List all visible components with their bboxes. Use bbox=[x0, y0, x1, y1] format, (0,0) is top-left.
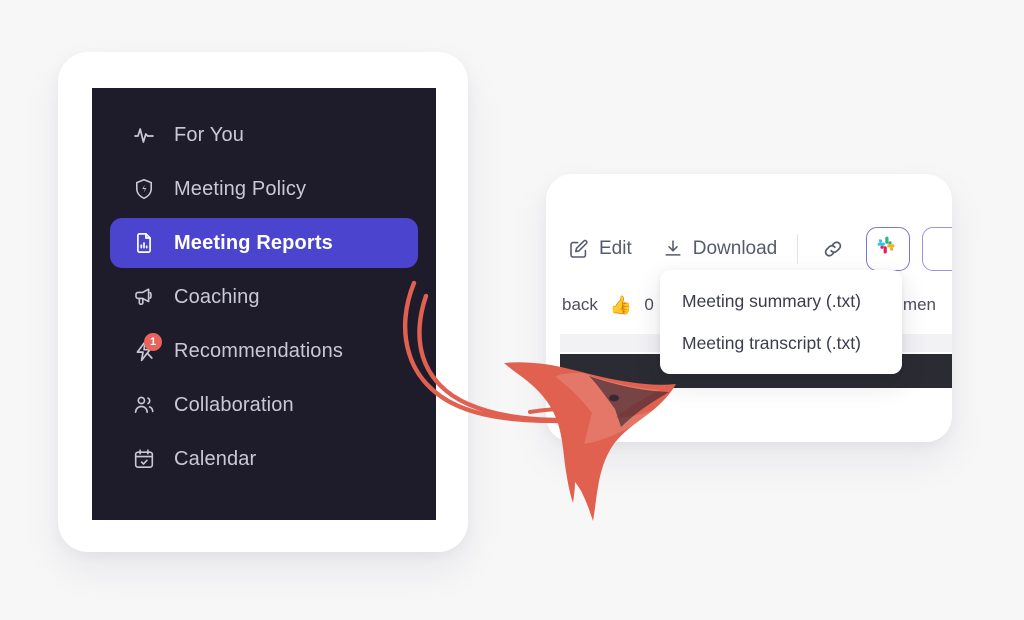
megaphone-icon bbox=[132, 285, 156, 309]
toolbar-divider bbox=[797, 234, 799, 264]
sidebar: For You Meeting Policy Meeting Reports C… bbox=[92, 88, 436, 520]
screenshot-stage: For You Meeting Policy Meeting Reports C… bbox=[0, 0, 1024, 620]
sidebar-item-label: Recommendations bbox=[174, 339, 343, 362]
download-dropdown-menu: Meeting summary (.txt) Meeting transcrip… bbox=[660, 270, 902, 374]
clipped-toolbar-button[interactable] bbox=[922, 227, 952, 271]
download-button-label: Download bbox=[692, 238, 778, 259]
calendar-check-icon bbox=[132, 447, 156, 471]
thumbs-up-emoji-icon[interactable]: 👍 bbox=[610, 295, 632, 316]
sidebar-item-label: Meeting Policy bbox=[174, 177, 307, 200]
sidebar-item-calendar[interactable]: Calendar bbox=[110, 434, 418, 484]
sidebar-item-label: Collaboration bbox=[174, 393, 294, 416]
report-document-icon bbox=[132, 231, 156, 255]
download-button[interactable]: Download bbox=[662, 238, 778, 260]
menu-item-meeting-summary[interactable]: Meeting summary (.txt) bbox=[660, 280, 902, 322]
sidebar-item-coaching[interactable]: Coaching bbox=[110, 272, 418, 322]
sidebar-item-label: Coaching bbox=[174, 285, 260, 308]
sidebar-item-label: Calendar bbox=[174, 447, 257, 470]
users-icon bbox=[132, 393, 156, 417]
sidebar-item-collaboration[interactable]: Collaboration bbox=[110, 380, 418, 430]
menu-item-label: Meeting summary (.txt) bbox=[682, 290, 861, 311]
meta-right-text: men bbox=[902, 295, 936, 314]
share-to-slack-button[interactable] bbox=[866, 227, 911, 271]
sidebar-item-recommendations[interactable]: 1 Recommendations bbox=[110, 326, 418, 376]
meta-left-group: back 👍 0 bbox=[562, 295, 654, 316]
menu-item-meeting-transcript[interactable]: Meeting transcript (.txt) bbox=[660, 322, 902, 364]
reaction-count: 0 bbox=[644, 295, 654, 314]
navigation-card: For You Meeting Policy Meeting Reports C… bbox=[58, 52, 468, 552]
edit-pencil-icon bbox=[568, 238, 590, 260]
sidebar-item-meeting-policy[interactable]: Meeting Policy bbox=[110, 164, 418, 214]
sidebar-item-meeting-reports[interactable]: Meeting Reports bbox=[110, 218, 418, 268]
sidebar-item-badge: 1 bbox=[144, 333, 162, 351]
download-icon bbox=[662, 238, 684, 260]
activity-pulse-icon bbox=[132, 123, 156, 147]
sidebar-item-label: For You bbox=[174, 123, 244, 146]
menu-item-label: Meeting transcript (.txt) bbox=[682, 332, 861, 353]
edit-button[interactable]: Edit bbox=[568, 238, 632, 260]
shield-bolt-icon bbox=[132, 177, 156, 201]
link-chain-icon[interactable] bbox=[818, 234, 848, 264]
sidebar-item-label: Meeting Reports bbox=[174, 231, 333, 254]
edit-button-label: Edit bbox=[599, 238, 632, 259]
slack-icon bbox=[876, 235, 900, 264]
sidebar-item-for-you[interactable]: For You bbox=[110, 110, 418, 160]
sidebar-nav-list: For You Meeting Policy Meeting Reports C… bbox=[92, 106, 436, 488]
back-link[interactable]: back bbox=[562, 295, 598, 315]
